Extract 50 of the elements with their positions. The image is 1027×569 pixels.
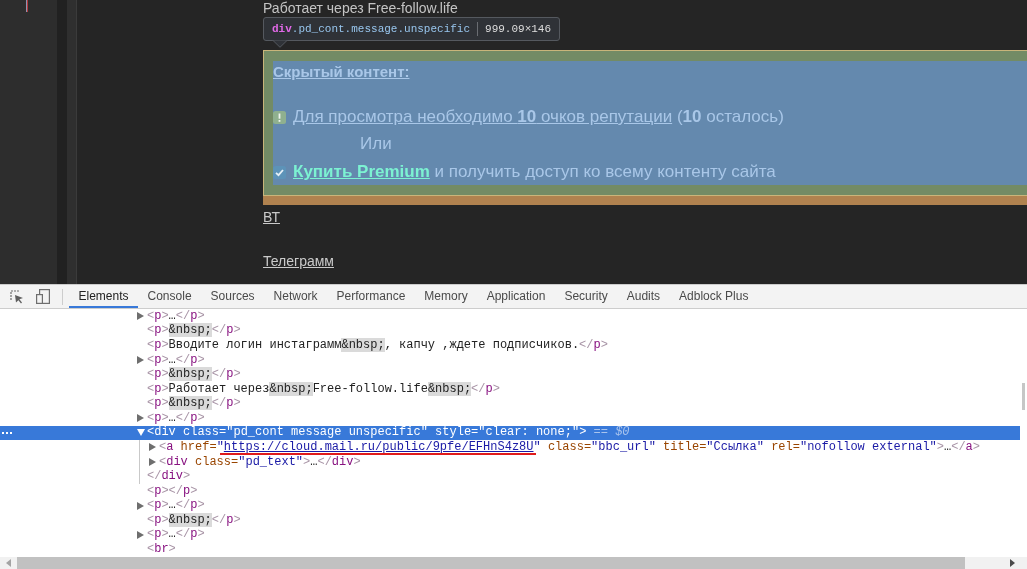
expand-triangle-icon[interactable] <box>137 501 144 510</box>
expand-triangle-icon[interactable] <box>137 414 144 423</box>
page-link[interactable]: ВТ <box>263 209 280 225</box>
devtools-tab[interactable]: Elements <box>69 285 139 308</box>
tooltip-size: 999.09×146 <box>485 21 552 37</box>
dom-node-line[interactable]: </div> <box>147 470 191 484</box>
devtools-tab[interactable]: Console <box>138 285 202 308</box>
page-link[interactable]: Телеграмм <box>263 253 334 269</box>
devtools-tab[interactable]: Security <box>554 285 618 308</box>
exclamation-icon <box>273 110 286 124</box>
devtools-tab[interactable]: Audits <box>617 285 670 308</box>
devtools-tab[interactable]: Application <box>477 285 555 308</box>
tooltip-tag-name: div <box>272 21 292 37</box>
collapse-triangle-icon[interactable] <box>137 429 145 437</box>
dom-node-line[interactable]: <div class="pd_text">…</div> <box>159 455 361 469</box>
intro-text: Работает через Free-follow.life <box>263 1 458 16</box>
dom-node-line[interactable]: <a href="https://cloud.mail.ru/public/9pfe/EFHnS4z8U" class="bbc_url" title="Ссылка" rel="nofollow external">…</a> <box>159 441 980 454</box>
expand-triangle-icon[interactable] <box>137 356 144 364</box>
inspect-element-icon[interactable] <box>10 289 24 304</box>
vertical-scrollbar-thumb[interactable] <box>1022 383 1025 410</box>
devtools-tab[interactable]: Sources <box>201 285 265 308</box>
dom-node-line[interactable]: <p>…</p> <box>147 353 205 367</box>
dom-node-line[interactable]: <p>Вводите логин инстаграмм&nbsp;, капчу ,ждете подписчиков.</p> <box>147 338 608 352</box>
dom-node-line[interactable]: <p>…</p> <box>147 499 205 513</box>
line-marker-icon <box>26 0 28 12</box>
premium-offer-text: Купить Premium и получить доступ ко всему контенту сайта <box>293 161 776 183</box>
expand-triangle-icon[interactable] <box>137 530 144 539</box>
expand-triangle-icon[interactable] <box>149 458 156 467</box>
devtools-tab[interactable]: Performance <box>327 285 415 308</box>
selected-row-highlight[interactable]: <div class="pd_cont message unspecific" style="clear: none;"> == $0 <box>0 425 1020 441</box>
expand-triangle-icon[interactable] <box>149 443 156 452</box>
dom-node-line[interactable]: <p>Работает через&nbsp;Free-follow.life&nbsp;</p> <box>147 382 500 396</box>
tooltip-selector: .pd_cont.message.unspecific <box>291 21 471 37</box>
devtools-tab[interactable]: Network <box>264 285 328 308</box>
dom-node-line[interactable]: <p>…</p> <box>147 528 205 542</box>
device-toolbar-icon[interactable] <box>36 289 50 304</box>
dom-node-line[interactable]: <p></p> <box>147 484 198 498</box>
dom-node-line[interactable]: <p>…</p> <box>147 309 205 323</box>
expand-triangle-icon[interactable] <box>137 312 144 321</box>
or-text: Или <box>360 134 392 153</box>
dom-node-line[interactable]: <div class="pd_cont message unspecific" style="clear: none;"> == $0 <box>147 426 630 440</box>
dom-node-line[interactable]: <br> <box>147 543 176 557</box>
hidden-content-title: Скрытый контент: <box>273 62 410 82</box>
href-link[interactable]: https://cloud.mail.ru/public/9pfe/EFHnS4z8U <box>223 440 534 454</box>
scroll-right-arrow-icon[interactable] <box>1010 559 1015 567</box>
devtools-tab[interactable]: Adblock Plus <box>669 285 758 308</box>
requirement-text: Для просмотра необходимо 10 очков репутации (10 осталось) <box>293 106 784 128</box>
dom-node-line[interactable]: <p>…</p> <box>147 411 205 425</box>
more-options-icon[interactable] <box>2 431 12 434</box>
devtools-tab[interactable]: Memory <box>414 285 478 308</box>
